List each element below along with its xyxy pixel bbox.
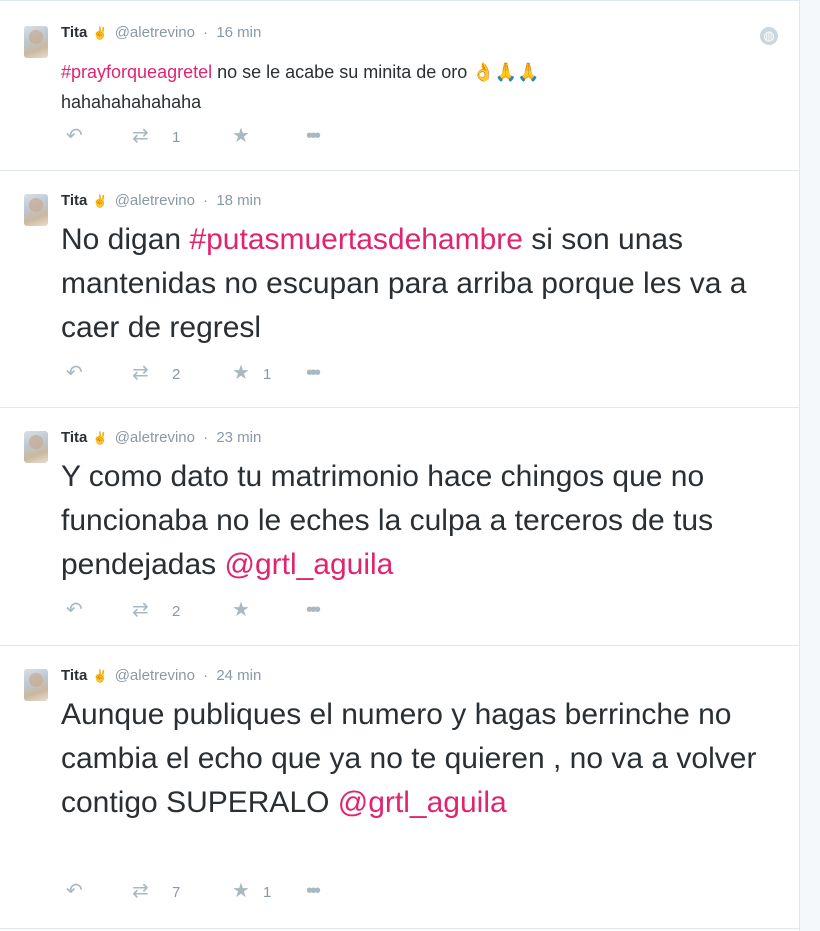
verified-icon: ✌	[92, 26, 108, 40]
tweet[interactable]: Tita ✌ @aletrevino · 18 min No digan #pu…	[0, 171, 799, 408]
reply-icon[interactable]: ↶	[66, 126, 83, 146]
retweet-count: 1	[172, 129, 181, 146]
tweet[interactable]: Tita ✌ @aletrevino · 24 min Aunque publi…	[0, 646, 799, 929]
favorite-count: 1	[263, 884, 272, 901]
retweet-icon[interactable]: ⇄	[132, 600, 149, 620]
tweet[interactable]: Tita ✌ @aletrevino · 16 min ◍ #prayforqu…	[0, 0, 799, 171]
retweet-icon[interactable]: ⇄	[132, 363, 149, 383]
tweet[interactable]: Tita ✌ @aletrevino · 23 min Y como dato …	[0, 408, 799, 646]
hashtag-link[interactable]: #prayforqueagretel	[61, 62, 212, 82]
separator-dot: ·	[203, 667, 209, 684]
mention-link[interactable]: @grtl_aguila	[338, 786, 507, 819]
verified-icon: ✌	[92, 194, 108, 208]
more-icon[interactable]: •••	[306, 600, 321, 620]
tweet-header: Tita ✌ @aletrevino · 18 min	[61, 192, 261, 209]
tweet-text-segment: no se le acabe su minita de oro 👌🙏🙏	[212, 62, 540, 82]
reply-icon[interactable]: ↶	[66, 363, 83, 383]
tweet-header: Tita ✌ @aletrevino · 24 min	[61, 667, 261, 684]
retweet-icon[interactable]: ⇄	[132, 881, 149, 901]
retweet-count: 2	[172, 603, 181, 620]
avatar[interactable]	[24, 194, 48, 226]
hashtag-link[interactable]: #putasmuertasdehambre	[189, 223, 523, 256]
separator-dot: ·	[203, 429, 209, 446]
tweet-text: Y como dato tu matrimonio hace chingos q…	[61, 455, 781, 587]
retweet-count: 7	[172, 884, 181, 901]
user-handle[interactable]: @aletrevino	[115, 667, 195, 684]
tweet-header: Tita ✌ @aletrevino · 16 min	[61, 24, 261, 41]
more-icon[interactable]: •••	[306, 881, 321, 901]
star-icon[interactable]: ★	[232, 600, 250, 620]
tweet-text: #prayforqueagretel no se le acabe su min…	[61, 57, 761, 117]
tweet-stream: Tita ✌ @aletrevino · 16 min ◍ #prayforqu…	[0, 0, 799, 929]
retweet-count: 2	[172, 366, 181, 383]
user-handle[interactable]: @aletrevino	[115, 429, 195, 446]
separator-dot: ·	[203, 192, 209, 209]
user-name[interactable]: Tita	[61, 24, 87, 41]
tweet-timestamp[interactable]: 24 min	[216, 667, 261, 684]
tweet-timestamp[interactable]: 16 min	[216, 24, 261, 41]
star-icon[interactable]: ★	[232, 126, 250, 146]
user-name[interactable]: Tita	[61, 429, 87, 446]
retweet-icon[interactable]: ⇄	[132, 126, 149, 146]
reply-icon[interactable]: ↶	[66, 881, 83, 901]
mention-link[interactable]: @grtl_aguila	[224, 548, 393, 581]
user-handle[interactable]: @aletrevino	[115, 192, 195, 209]
separator-dot: ·	[203, 24, 209, 41]
tweet-text-segment: hahahahahahaha	[61, 92, 202, 112]
user-name[interactable]: Tita	[61, 667, 87, 684]
star-icon[interactable]: ★	[232, 363, 250, 383]
tweet-text-segment: No digan	[61, 223, 190, 256]
star-icon[interactable]: ★	[232, 881, 250, 901]
tweet-timestamp[interactable]: 18 min	[216, 192, 261, 209]
more-icon[interactable]: •••	[306, 363, 321, 383]
avatar[interactable]	[24, 669, 48, 701]
more-icon[interactable]: •••	[306, 126, 321, 146]
reply-icon[interactable]: ↶	[66, 600, 83, 620]
tweet-timestamp[interactable]: 23 min	[216, 429, 261, 446]
user-name[interactable]: Tita	[61, 192, 87, 209]
tweet-text: Aunque publiques el numero y hagas berri…	[61, 693, 781, 825]
avatar[interactable]	[24, 431, 48, 463]
avatar[interactable]	[24, 26, 48, 58]
page-scrollbar[interactable]	[799, 0, 820, 931]
tweet-text: No digan #putasmuertasdehambre si son un…	[61, 218, 781, 350]
tweet-header: Tita ✌ @aletrevino · 23 min	[61, 429, 261, 446]
verified-icon: ✌	[92, 431, 108, 445]
globe-icon: ◍	[760, 27, 778, 45]
user-handle[interactable]: @aletrevino	[115, 24, 195, 41]
verified-icon: ✌	[92, 669, 108, 683]
favorite-count: 1	[263, 366, 272, 383]
